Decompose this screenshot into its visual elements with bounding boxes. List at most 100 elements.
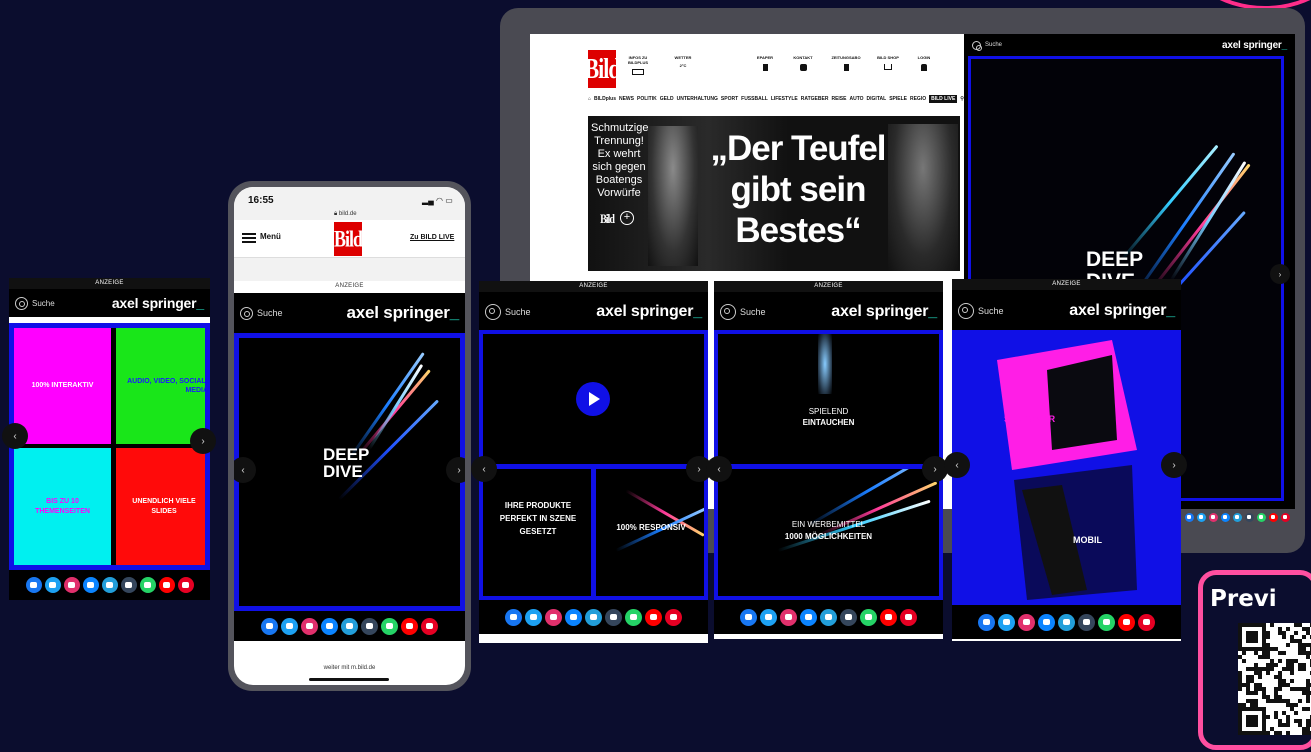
bild-logo[interactable]: Bild xyxy=(334,222,363,256)
topnav-shop[interactable]: BILD SHOP xyxy=(872,55,904,70)
play-icon[interactable] xyxy=(576,382,610,416)
pinterest-icon[interactable] xyxy=(665,608,682,626)
twitter-icon[interactable] xyxy=(998,613,1015,631)
menu-label[interactable]: Menü xyxy=(260,232,281,241)
topnav-login[interactable]: LOGIN xyxy=(910,55,938,71)
messenger-icon[interactable] xyxy=(1038,613,1055,631)
tile-responsiv[interactable]: 100% RESPONSIV xyxy=(596,469,704,596)
next-arrow-icon[interactable]: › xyxy=(190,428,216,454)
pinterest-icon[interactable] xyxy=(1280,512,1290,522)
pinterest-icon[interactable] xyxy=(177,577,194,593)
search-button[interactable]: Suche xyxy=(15,296,55,310)
tile-themenseiten[interactable]: BIS ZU 10 THEMENSEITEN xyxy=(14,448,111,565)
telegram-icon[interactable] xyxy=(101,577,118,593)
tumblr-icon[interactable] xyxy=(1244,512,1254,522)
menu-item[interactable]: AUTO xyxy=(849,96,863,102)
prev-arrow-icon[interactable]: ‹ xyxy=(706,456,732,482)
telegram-icon[interactable] xyxy=(1058,613,1075,631)
telegram-icon[interactable] xyxy=(1232,512,1242,522)
whatsapp-icon[interactable] xyxy=(860,608,877,626)
instagram-icon[interactable] xyxy=(1208,512,1218,522)
instagram-icon[interactable] xyxy=(1018,613,1035,631)
tumblr-icon[interactable] xyxy=(605,608,622,626)
werbemittel-tile[interactable]: EIN WERBEMITTEL 1000 MÖGLICHKEITEN xyxy=(718,469,939,596)
whatsapp-icon[interactable] xyxy=(1256,512,1266,522)
prev-arrow-icon[interactable]: ‹ xyxy=(2,423,28,449)
menu-item[interactable]: SPORT xyxy=(721,96,738,102)
qr-code[interactable] xyxy=(1238,623,1311,735)
instagram-icon[interactable] xyxy=(301,617,318,635)
twitter-icon[interactable] xyxy=(44,577,61,593)
prev-arrow-icon[interactable]: ‹ xyxy=(944,452,970,478)
menu-item[interactable]: GELD xyxy=(660,96,674,102)
tumblr-icon[interactable] xyxy=(361,617,378,635)
youtube-icon[interactable] xyxy=(1118,613,1135,631)
search-button[interactable]: Suche xyxy=(958,303,1004,319)
messenger-icon[interactable] xyxy=(565,608,582,626)
tumblr-icon[interactable] xyxy=(1078,613,1095,631)
search-button[interactable]: Suche xyxy=(240,306,283,320)
url-bar[interactable]: 🔒︎ bild.de xyxy=(334,211,357,218)
messenger-icon[interactable] xyxy=(1220,512,1230,522)
next-arrow-icon[interactable]: › xyxy=(1161,452,1187,478)
bild-live-link[interactable]: Zu BILD LIVE xyxy=(410,234,454,241)
youtube-icon[interactable] xyxy=(158,577,175,593)
facebook-icon[interactable] xyxy=(505,608,522,626)
menu-item[interactable]: DIGITAL xyxy=(867,96,887,102)
telegram-icon[interactable] xyxy=(585,608,602,626)
menu-item[interactable]: NEWS xyxy=(619,96,634,102)
search-button[interactable]: Suche xyxy=(720,304,766,320)
video-player[interactable] xyxy=(483,334,704,464)
menu-item[interactable]: REGIO xyxy=(910,96,926,102)
telegram-icon[interactable] xyxy=(820,608,837,626)
menu-item[interactable]: FUSSBALL xyxy=(741,96,768,102)
tumblr-icon[interactable] xyxy=(120,577,137,593)
menu-item[interactable]: REISE xyxy=(831,96,846,102)
pinterest-icon[interactable] xyxy=(900,608,917,626)
twitter-icon[interactable] xyxy=(1196,512,1206,522)
bild-logo[interactable]: Bild xyxy=(584,50,621,88)
tile-slides[interactable]: UNENDLICH VIELE SLIDES xyxy=(116,448,205,565)
menu-item[interactable]: SPIELE xyxy=(889,96,907,102)
instagram-icon[interactable] xyxy=(63,577,80,593)
instagram-icon[interactable] xyxy=(780,608,797,626)
facebook-icon[interactable] xyxy=(25,577,42,593)
menu-item[interactable]: POLITIK xyxy=(637,96,657,102)
youtube-icon[interactable] xyxy=(880,608,897,626)
facebook-icon[interactable] xyxy=(740,608,757,626)
facebook-icon[interactable] xyxy=(261,617,278,635)
twitter-icon[interactable] xyxy=(525,608,542,626)
footer-link[interactable]: weiter mit m.bild.de xyxy=(234,665,465,671)
twitter-icon[interactable] xyxy=(760,608,777,626)
menu-item[interactable]: UNTERHALTUNG xyxy=(677,96,718,102)
teaser-image[interactable]: Schmutzige Trennung! Ex wehrt sich gegen… xyxy=(588,116,960,271)
menu-item[interactable]: RATGEBER xyxy=(801,96,829,102)
messenger-icon[interactable] xyxy=(321,617,338,635)
menu-item[interactable]: LIFESTYLE xyxy=(771,96,798,102)
search-button[interactable]: Suche xyxy=(972,40,1002,51)
pinterest-icon[interactable] xyxy=(1138,613,1155,631)
whatsapp-icon[interactable] xyxy=(1098,613,1115,631)
hamburger-icon[interactable] xyxy=(242,233,256,243)
youtube-icon[interactable] xyxy=(1268,512,1278,522)
pinterest-icon[interactable] xyxy=(421,617,438,635)
twitter-icon[interactable] xyxy=(281,617,298,635)
facebook-icon[interactable] xyxy=(978,613,995,631)
facebook-icon[interactable] xyxy=(1184,512,1194,522)
telegram-icon[interactable] xyxy=(341,617,358,635)
next-arrow-icon[interactable]: › xyxy=(1270,264,1290,284)
topnav-contact[interactable]: KONTAKT xyxy=(788,55,818,71)
messenger-icon[interactable] xyxy=(800,608,817,626)
whatsapp-icon[interactable] xyxy=(625,608,642,626)
prev-arrow-icon[interactable]: ‹ xyxy=(471,456,497,482)
instagram-icon[interactable] xyxy=(545,608,562,626)
tumblr-icon[interactable] xyxy=(840,608,857,626)
topnav-epaper[interactable]: EPAPER xyxy=(750,55,780,71)
tile-interaktiv[interactable]: 100% INTERAKTIV xyxy=(14,328,111,444)
whatsapp-icon[interactable] xyxy=(381,617,398,635)
next-arrow-icon[interactable]: › xyxy=(446,457,465,483)
topnav-weather[interactable]: WETTER 2°C xyxy=(668,55,698,69)
topnav-bildplus-info[interactable]: INFOS ZU BILDPLUS xyxy=(620,55,656,75)
tile-produkte[interactable]: IHRE PRODUKTE PERFEKT IN SZENE GESETZT xyxy=(483,469,591,596)
home-icon[interactable]: ⌂ xyxy=(588,96,591,102)
